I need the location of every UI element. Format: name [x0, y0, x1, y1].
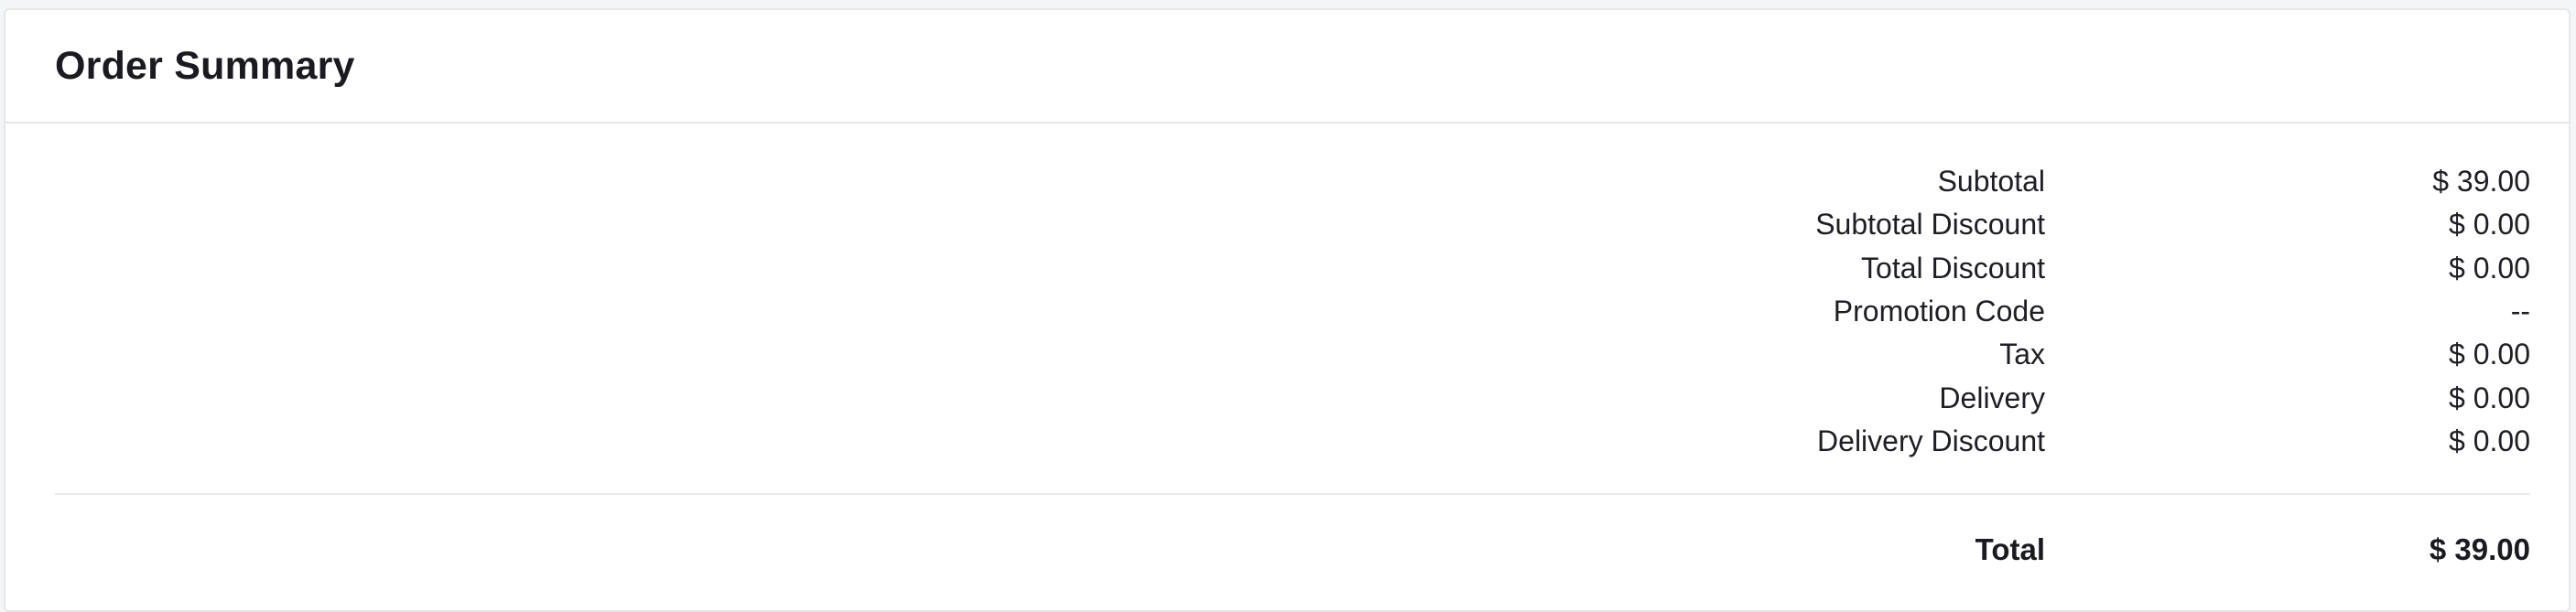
summary-row-subtotal-discount: Subtotal Discount $ 0.00 [1249, 203, 2530, 246]
summary-value: $ 0.00 [2449, 424, 2530, 457]
summary-divider [55, 493, 2530, 495]
summary-value: $ 0.00 [2449, 251, 2530, 285]
summary-label: Delivery [1939, 381, 2045, 414]
summary-row-subtotal: Subtotal $ 39.00 [1249, 160, 2530, 203]
order-summary-card: Order Summary Subtotal $ 39.00 Subtotal … [4, 8, 2571, 612]
summary-value: $ 0.00 [2449, 381, 2530, 414]
summary-row-promotion-code: Promotion Code -- [1249, 290, 2530, 333]
total-value: $ 39.00 [2429, 532, 2530, 566]
card-header: Order Summary [5, 10, 2569, 123]
total-label: Total [1975, 532, 2045, 566]
summary-label: Subtotal Discount [1815, 208, 2045, 242]
summary-row-total-discount: Total Discount $ 0.00 [1249, 247, 2530, 290]
summary-label: Tax [1999, 338, 2045, 371]
summary-row-delivery: Delivery $ 0.00 [1249, 376, 2530, 419]
summary-label: Delivery Discount [1817, 424, 2045, 457]
summary-label: Subtotal [1937, 165, 2045, 199]
summary-row-delivery-discount: Delivery Discount $ 0.00 [1249, 420, 2530, 463]
summary-list: Subtotal $ 39.00 Subtotal Discount $ 0.0… [1249, 160, 2530, 463]
summary-label: Promotion Code [1833, 295, 2045, 328]
summary-label: Total Discount [1861, 251, 2045, 285]
summary-value: $ 0.00 [2449, 208, 2530, 242]
summary-value: $ 39.00 [2432, 165, 2530, 199]
summary-value: $ 0.00 [2449, 338, 2530, 371]
summary-row-tax: Tax $ 0.00 [1249, 333, 2530, 376]
summary-row-total: Total $ 39.00 [1249, 526, 2530, 574]
card-title: Order Summary [55, 43, 355, 88]
summary-value: -- [2510, 295, 2530, 328]
